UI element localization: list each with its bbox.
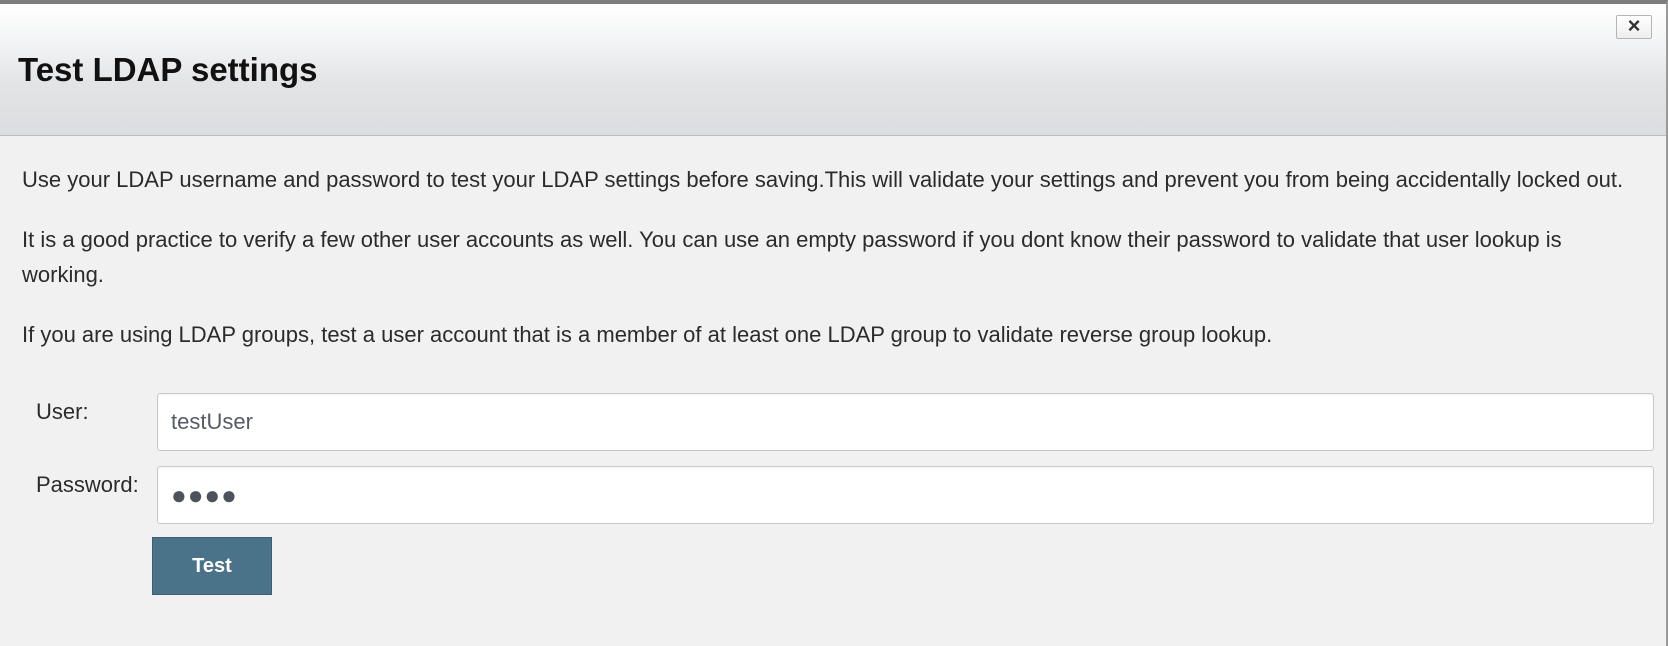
intro-paragraph: Use your LDAP username and password to t…	[22, 167, 1624, 192]
dialog-title: Test LDAP settings	[18, 51, 318, 88]
user-input[interactable]	[157, 393, 1654, 451]
groups-paragraph: If you are using LDAP groups, test a use…	[22, 322, 1273, 347]
dialog-header: Test LDAP settings ×	[0, 4, 1666, 136]
close-button[interactable]: ×	[1616, 15, 1652, 39]
user-label: User:	[36, 399, 89, 424]
password-label: Password:	[36, 472, 139, 497]
password-row: Password: ●●●●	[22, 466, 1654, 524]
test-button[interactable]: Test	[152, 537, 272, 595]
practice-paragraph: It is a good practice to verify a few ot…	[22, 227, 1562, 287]
password-input[interactable]: ●●●●	[157, 466, 1654, 524]
dialog-content: Use your LDAP username and password to t…	[22, 162, 1632, 377]
close-icon: ×	[1627, 13, 1641, 38]
password-value: ●●●●	[171, 479, 238, 510]
user-row: User:	[22, 393, 1654, 451]
test-ldap-dialog: Test LDAP settings × Use your LDAP usern…	[0, 0, 1668, 646]
